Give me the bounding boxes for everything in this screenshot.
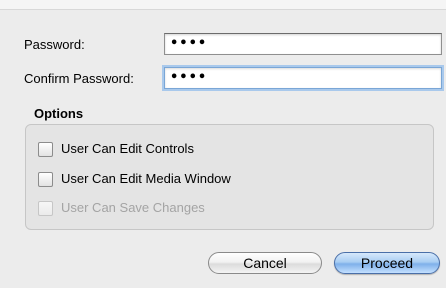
window-top-edge bbox=[0, 0, 446, 10]
confirm-password-field[interactable]: •••• bbox=[164, 67, 442, 89]
save-changes-option: User Can Save Changes bbox=[38, 199, 205, 217]
edit-controls-checkbox[interactable] bbox=[38, 141, 53, 157]
cancel-button[interactable]: Cancel bbox=[208, 252, 322, 274]
edit-media-window-label: User Can Edit Media Window bbox=[61, 171, 231, 186]
save-changes-label: User Can Save Changes bbox=[61, 200, 205, 215]
password-label: Password: bbox=[24, 37, 85, 52]
proceed-button[interactable]: Proceed bbox=[334, 252, 440, 274]
edit-media-window-option[interactable]: User Can Edit Media Window bbox=[38, 170, 231, 188]
password-dialog: Password: •••• Confirm Password: •••• Op… bbox=[0, 0, 446, 288]
save-changes-checkbox bbox=[38, 200, 53, 216]
edit-controls-label: User Can Edit Controls bbox=[61, 141, 194, 156]
edit-controls-option[interactable]: User Can Edit Controls bbox=[38, 140, 194, 158]
options-title: Options bbox=[34, 106, 84, 121]
confirm-password-label: Confirm Password: bbox=[24, 71, 134, 86]
password-field[interactable]: •••• bbox=[164, 33, 442, 55]
edit-media-window-checkbox[interactable] bbox=[38, 171, 53, 187]
